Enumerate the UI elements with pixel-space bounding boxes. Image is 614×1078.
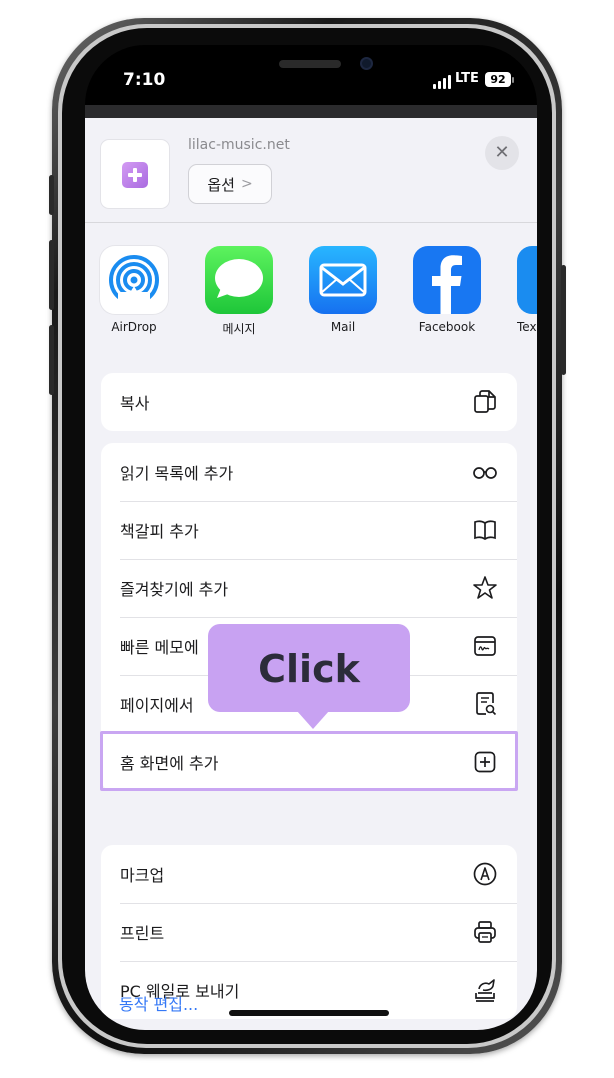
site-url: lilac-music.net [188,137,290,153]
options-label: 옵션 [207,175,235,194]
copy-icon [470,387,500,417]
app-label: Mail [330,320,356,334]
network-type: LTE [455,71,479,86]
front-camera [360,57,373,70]
action-add-favorites[interactable]: 즐겨찾기에 추가 [101,559,517,617]
book-icon [470,515,500,545]
messages-icon [205,246,273,314]
home-indicator[interactable] [229,1010,389,1016]
printer-icon [470,917,500,947]
chevron-right-icon: > [240,176,253,192]
action-label: 읽기 목록에 추가 [120,464,234,483]
whale-send-icon [470,975,500,1005]
status-time: 7:10 [123,70,166,90]
share-sheet-header: lilac-music.net 옵션 > ✕ [85,118,537,223]
site-thumbnail [101,140,169,208]
action-add-reading-list[interactable]: 읽기 목록에 추가 [101,443,517,501]
action-label: 복사 [120,394,150,413]
power-button [561,265,566,375]
home-screen-highlight [100,731,518,791]
action-markup[interactable]: 마크업 [101,845,517,903]
app-messages[interactable]: 메시지 [205,246,273,337]
quick-note-icon [470,631,500,661]
app-label: Tex [517,320,537,334]
site-favicon-icon [122,162,148,188]
action-label: 페이지에서 [120,696,194,715]
action-button [49,175,54,215]
find-in-page-icon [470,689,500,719]
battery-tip [512,77,514,83]
text-app-icon [517,246,537,314]
action-print[interactable]: 프린트 [101,903,517,961]
action-add-bookmark[interactable]: 책갈피 추가 [101,501,517,559]
action-label: 빠른 메모에 [120,638,199,657]
phone-screen: 7:10 LTE 92 lilac-music.net 옵션 > ✕ AirDr… [85,45,537,1030]
signal-icon [433,75,451,89]
action-label: 즐겨찾기에 추가 [120,580,229,599]
airdrop-icon [100,246,168,314]
action-copy[interactable]: 복사 [101,373,517,431]
app-label: AirDrop [111,320,157,334]
close-icon[interactable]: ✕ [485,136,519,170]
click-callout: Click [208,624,410,712]
action-group-copy: 복사 [101,373,517,431]
edit-actions-link[interactable]: 동작 편집... [119,991,198,1015]
app-text[interactable]: Tex [517,246,537,334]
glasses-icon [470,457,500,487]
app-label: Facebook [418,320,476,334]
action-label: 마크업 [120,866,165,885]
callout-pointer [297,711,329,729]
speaker-grille [279,60,341,68]
battery-icon: 92 [485,72,511,87]
mail-icon [309,246,377,314]
app-mail[interactable]: Mail [309,246,377,334]
facebook-icon [413,246,481,314]
share-sheet: lilac-music.net 옵션 > ✕ AirDrop 메시지 Mail … [85,118,537,1030]
volume-down-button [49,325,54,395]
action-label: 책갈피 추가 [120,522,199,541]
app-airdrop[interactable]: AirDrop [100,246,168,334]
app-facebook[interactable]: Facebook [413,246,481,334]
volume-up-button [49,240,54,310]
star-icon [470,573,500,603]
markup-icon [470,859,500,889]
options-button[interactable]: 옵션 > [188,164,272,204]
action-label: 프린트 [120,924,165,943]
app-label: 메시지 [222,322,256,336]
